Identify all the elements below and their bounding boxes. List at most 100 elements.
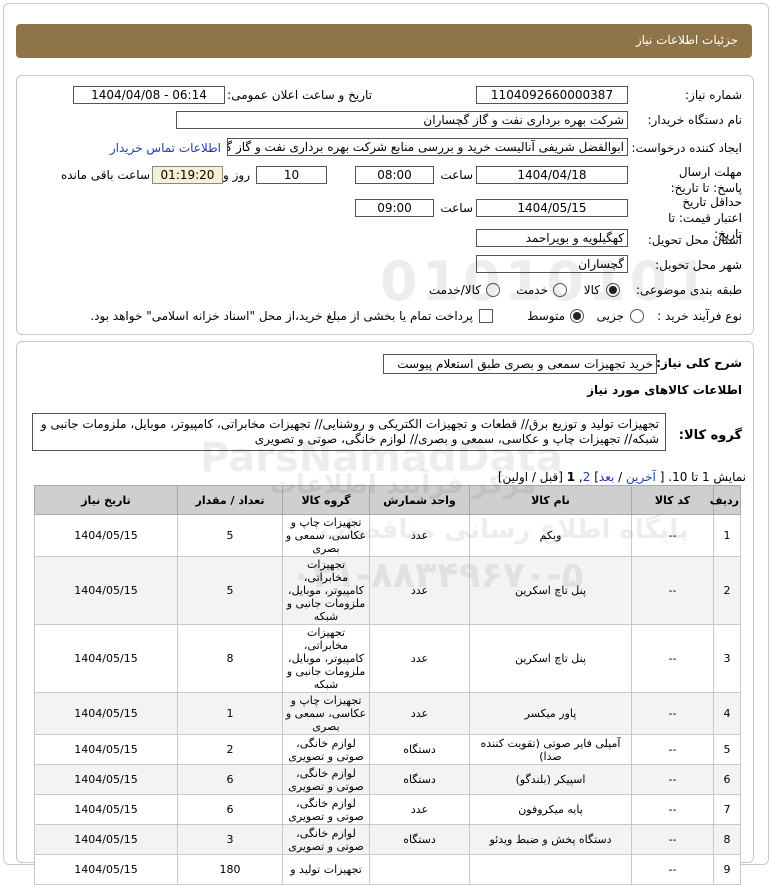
col-goods-name: نام کالا — [469, 485, 632, 515]
cell: 1 — [177, 692, 283, 735]
creator-field: ابوالفضل شریفی آنالیست خرید و بررسی مناب… — [227, 138, 628, 156]
cell: 6 — [713, 764, 741, 795]
table-row: 8 -- دستگاه پخش و ضبط ویدئو دستگاه لوازم خان… — [34, 824, 741, 855]
city-label: شهر محل تحویل: — [655, 258, 742, 272]
cell: -- — [631, 556, 714, 625]
category-option-goods-service: کالا/خدمت — [428, 283, 481, 297]
cell: دستگاه — [369, 764, 470, 795]
purchase-radio-medium[interactable] — [570, 309, 584, 323]
cell: -- — [631, 514, 714, 557]
cell: 9 — [713, 854, 741, 885]
table-header-row: ردیف کد کالا نام کالا واحد شمارش گروه کا… — [34, 485, 741, 515]
purchase-type-label: نوع فرآیند خرید : — [657, 309, 742, 323]
creator-label: ایجاد کننده درخواست: — [631, 141, 742, 155]
cell: 5 — [177, 556, 283, 625]
cell: 8 — [177, 624, 283, 693]
treasury-checkbox[interactable] — [479, 309, 493, 323]
cell: 2 — [177, 734, 283, 765]
buyer-contact-link[interactable]: اطلاعات تماس خریدار — [110, 141, 221, 155]
buyer-label: نام دستگاه خریدار: — [647, 113, 743, 127]
purchase-option-minor: جزیی — [596, 309, 624, 323]
remaining-label: ساعت باقی مانده — [60, 168, 150, 182]
cell: -- — [631, 824, 714, 855]
cell: دستگاه پخش و ضبط ویدئو — [469, 824, 632, 855]
cell: 3 — [713, 624, 741, 693]
province-label: استان محل تحویل: — [647, 233, 742, 247]
validity-time-label: ساعت — [440, 201, 473, 215]
table-row: 3 -- پنل تاچ اسکرین عدد تجهیزات مخابراتی، کا… — [34, 624, 741, 693]
cell: پایه میکروفون — [469, 794, 632, 825]
table-row: 1 -- وبکم عدد تجهیزات چاپ و عکاسی، سمعی و بص… — [34, 514, 741, 557]
goods-table: ردیف کد کالا نام کالا واحد شمارش گروه کا… — [34, 485, 741, 885]
col-need-date: تاریخ نیاز — [34, 485, 178, 515]
col-unit: واحد شمارش — [369, 485, 470, 515]
cell: تجهیزات تولید و — [282, 854, 370, 885]
category-radio-service[interactable] — [553, 283, 567, 297]
cell: عدد — [369, 692, 470, 735]
cell: 7 — [713, 794, 741, 825]
cell: 2 — [713, 556, 741, 625]
cell: تجهیزات چاپ و عکاسی، سمعی و بصری — [282, 692, 370, 735]
cell: پنل تاچ اسکرین — [469, 556, 632, 625]
cell: -- — [631, 734, 714, 765]
need-description-field: خرید تجهیزات سمعی و بصری طبق استعلام پیو… — [383, 354, 657, 374]
days-label: روز و — [223, 168, 250, 182]
cell: دستگاه — [369, 824, 470, 855]
cell: 4 — [713, 692, 741, 735]
purchase-radio-minor[interactable] — [630, 309, 644, 323]
table-row: 4 -- پاور میکسر عدد تجهیزات چاپ و عکاسی، سمع… — [34, 692, 741, 735]
cell: تجهیزات مخابراتی، کامپیوتر، موبایل، ملزو… — [282, 624, 370, 693]
col-goods-group: گروه کالا — [282, 485, 370, 515]
cell: پاور میکسر — [469, 692, 632, 735]
validity-date-field: 1404/05/15 — [476, 199, 628, 217]
deadline-time-label: ساعت — [440, 168, 473, 182]
pagination-page-1: 1 — [566, 470, 576, 484]
category-option-goods: کالا — [583, 283, 600, 297]
city-field: گچساران — [476, 255, 628, 273]
cell: دستگاه — [369, 734, 470, 765]
pagination-next-link[interactable]: بعد — [599, 470, 614, 484]
category-radio-goods-service[interactable] — [486, 283, 500, 297]
cell: 1404/05/15 — [34, 764, 178, 795]
announce-label: تاریخ و ساعت اعلان عمومی: — [227, 88, 372, 102]
cell: 1404/05/15 — [34, 824, 178, 855]
pagination-last-link[interactable]: آخرین — [626, 470, 656, 484]
purchase-option-medium: متوسط — [527, 309, 565, 323]
cell — [369, 854, 470, 885]
cell: عدد — [369, 514, 470, 557]
buyer-field: شرکت بهره برداری نفت و گاز گچساران — [176, 111, 628, 129]
cell — [469, 854, 632, 885]
deadline-label: مهلت ارسال پاسخ: تا تاریخ: — [670, 165, 742, 195]
cell: 1 — [713, 514, 741, 557]
cell: 1404/05/15 — [34, 854, 178, 885]
goods-group-label: گروه کالا: — [678, 428, 742, 443]
pagination: نمایش 1 تا 10. [ آخرین / بعد] 2, 1 [قبل … — [497, 470, 746, 484]
table-row: 6 -- اسپیکر (بلندگو) دستگاه لوازم خانگی، صوت… — [34, 764, 741, 795]
remaining-time-field: 01:19:20 — [152, 166, 223, 184]
cell: 6 — [177, 794, 283, 825]
cell: عدد — [369, 556, 470, 625]
need-number-label: شماره نیاز: — [685, 88, 742, 102]
table-row: 2 -- پنل تاچ اسکرین عدد تجهیزات مخابراتی، کا… — [34, 556, 741, 625]
col-row-number: ردیف — [710, 485, 741, 515]
goods-group-text: تجهیزات تولید و توزیع برق// قطعات و تجهی… — [40, 417, 659, 446]
cell: 1404/05/15 — [34, 514, 178, 557]
cell: 6 — [177, 764, 283, 795]
category-radio-goods[interactable] — [606, 283, 620, 297]
col-quantity: تعداد / مقدار — [177, 485, 283, 515]
table-row: 5 -- آمپلی فایر صوتی (تقویت کننده صدا) دستگ… — [34, 734, 741, 765]
pagination-page-2[interactable]: 2 — [583, 470, 591, 484]
cell: 1404/05/15 — [34, 556, 178, 625]
page-header: جزئیات اطلاعات نیاز — [16, 24, 752, 58]
cell: 1404/05/15 — [34, 624, 178, 693]
cell: -- — [631, 794, 714, 825]
need-description-label: شرح کلی نیاز: — [656, 356, 742, 370]
col-goods-code: کد کالا — [631, 485, 714, 515]
cell: 3 — [177, 824, 283, 855]
cell: -- — [631, 854, 714, 885]
cell: -- — [631, 764, 714, 795]
cell: 5 — [177, 514, 283, 557]
page-title: جزئیات اطلاعات نیاز — [635, 33, 738, 47]
cell: لوازم خانگی، صوتی و تصویری — [282, 734, 370, 765]
cell: 1404/05/15 — [34, 794, 178, 825]
